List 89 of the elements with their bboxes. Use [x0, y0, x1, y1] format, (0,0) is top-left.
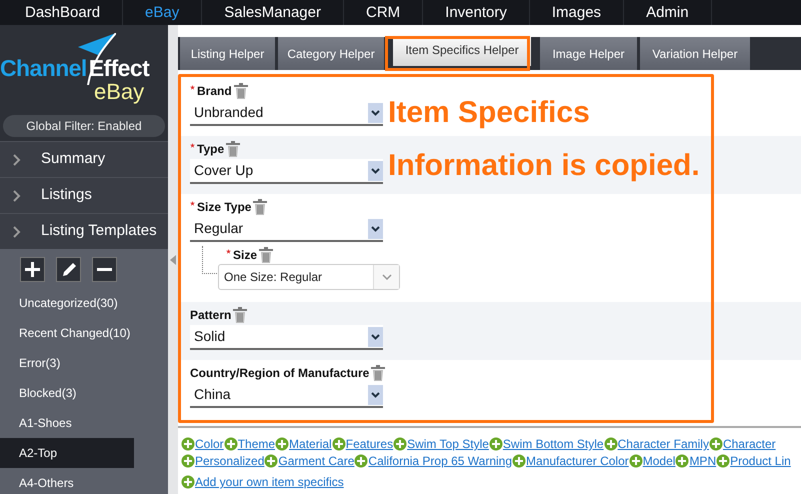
chevron-down-icon: [382, 274, 392, 280]
field-label: Size: [233, 247, 258, 264]
add-icon[interactable]: [224, 437, 238, 451]
field-label: Brand: [197, 83, 232, 100]
category-item[interactable]: A2-Top: [0, 438, 134, 468]
category-item[interactable]: Error(3): [0, 348, 134, 378]
menu-item[interactable]: Summary: [0, 141, 168, 177]
edit-button[interactable]: [56, 257, 81, 282]
select-field[interactable]: Regular: [190, 217, 383, 242]
pencil-icon: [60, 262, 76, 278]
field-label: Size Type: [197, 199, 252, 216]
add-icon[interactable]: [604, 437, 618, 451]
add-icon[interactable]: [675, 454, 690, 468]
select-field[interactable]: Unbranded: [190, 101, 383, 126]
add-link[interactable]: Features: [346, 436, 394, 452]
remove-button[interactable]: [92, 257, 117, 282]
nav-link[interactable]: Admin: [624, 0, 712, 25]
tab[interactable]: Image Helper: [540, 37, 637, 70]
category-item[interactable]: Blocked(3): [0, 378, 134, 408]
add-icon[interactable]: [354, 454, 368, 468]
annotation-text: Information is copied.: [388, 148, 700, 184]
nav-link[interactable]: Images: [530, 0, 624, 25]
field-label: Type: [197, 141, 224, 158]
tab[interactable]: Variation Helper: [640, 37, 750, 70]
add-icon[interactable]: [181, 454, 195, 468]
add-icon[interactable]: [264, 454, 278, 468]
add-link[interactable]: Character Family: [618, 436, 709, 452]
tab[interactable]: Category Helper: [278, 37, 384, 70]
category-item[interactable]: A4-Others: [0, 468, 134, 494]
menu-item[interactable]: Listings: [0, 177, 168, 213]
menu-item[interactable]: Listing Templates: [0, 213, 168, 249]
nav-link[interactable]: SalesManager: [202, 0, 344, 25]
add-link[interactable]: Model: [642, 453, 676, 469]
logo-text: Channel: [0, 57, 87, 80]
field-label: Country/Region of Manufacture: [190, 365, 370, 382]
trash-icon: [233, 307, 248, 323]
add-icon[interactable]: [332, 437, 346, 451]
add-icon[interactable]: [716, 454, 730, 468]
chevron-icon: [13, 190, 21, 202]
chevron-icon: [13, 226, 21, 238]
category-item[interactable]: Recent Changed(10): [0, 318, 134, 348]
add-link[interactable]: Add your own item specifics: [195, 474, 344, 490]
add-link[interactable]: Material: [289, 436, 332, 452]
add-icon[interactable]: [628, 454, 643, 468]
add-link[interactable]: Character: [722, 436, 776, 452]
add-icon[interactable]: [181, 437, 195, 451]
category-item[interactable]: Uncategorized(30): [0, 288, 134, 318]
plus-icon: [25, 262, 40, 277]
add-icon[interactable]: [393, 437, 408, 451]
select-field[interactable]: One Size: Regular: [218, 264, 400, 290]
add-icon[interactable]: [708, 437, 723, 451]
logo-text: eBay: [94, 81, 144, 103]
add-link[interactable]: Swim Bottom Style: [502, 436, 604, 452]
menu-label: Summary: [41, 149, 106, 170]
trash-icon: [253, 199, 268, 215]
field-label: Pattern: [190, 307, 232, 324]
add-link[interactable]: California Prop 65 Warning: [368, 453, 512, 469]
menu-label: Listing Templates: [41, 221, 157, 242]
add-link[interactable]: Theme: [238, 436, 276, 452]
nav-link[interactable]: CRM: [344, 0, 424, 25]
add-icon[interactable]: [488, 437, 503, 451]
select-field[interactable]: China: [190, 383, 383, 408]
add-link[interactable]: Garment Care: [278, 453, 354, 469]
annotation-text: Item Specifics: [388, 95, 591, 131]
add-link[interactable]: Personalized: [195, 453, 264, 469]
trash-icon: [259, 247, 274, 263]
chevron-icon: [13, 154, 21, 166]
nav-link[interactable]: Inventory: [423, 0, 530, 25]
add-link[interactable]: Swim Top Style: [407, 436, 489, 452]
add-button[interactable]: [20, 257, 45, 282]
select-field[interactable]: Solid: [190, 325, 383, 350]
add-link[interactable]: Color: [195, 436, 224, 452]
select-field[interactable]: Cover Up: [190, 159, 383, 184]
global-filter-toggle[interactable]: Global Filter: Enabled: [3, 115, 165, 137]
add-icon[interactable]: [512, 454, 526, 468]
trash-icon: [234, 83, 248, 99]
add-link[interactable]: Manufacturer Color: [526, 453, 629, 469]
add-icon[interactable]: [275, 437, 290, 451]
category-item[interactable]: A1-Shoes: [0, 408, 134, 438]
add-link[interactable]: Product Lin: [730, 453, 791, 469]
trash-icon: [226, 141, 240, 157]
splitter-handle[interactable]: [168, 25, 178, 494]
trash-icon: [371, 365, 386, 381]
add-link[interactable]: MPN: [689, 453, 716, 469]
collapse-arrow-icon: [170, 254, 176, 264]
menu-label: Listings: [41, 185, 92, 206]
add-icon[interactable]: [181, 475, 195, 489]
minus-icon: [97, 268, 112, 272]
tab[interactable]: Listing Helper: [180, 37, 275, 70]
